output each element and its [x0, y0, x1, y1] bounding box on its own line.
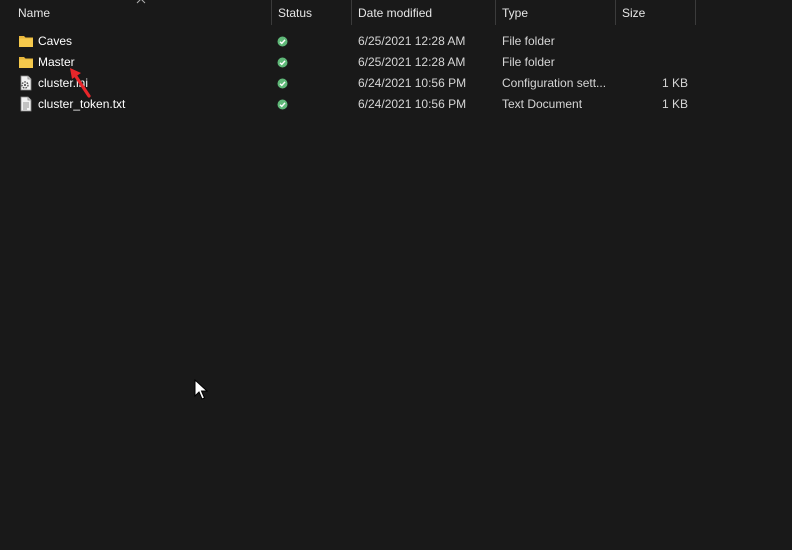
column-header-label: Size	[622, 6, 646, 20]
column-header-type[interactable]: Type	[496, 0, 615, 26]
file-name[interactable]: cluster.ini	[38, 73, 88, 94]
synced-check-icon	[277, 78, 288, 89]
file-type: File folder	[502, 55, 555, 69]
file-row[interactable]: cluster_token.txt 6/24/2021 10:56 PM Tex…	[0, 94, 700, 115]
column-header-bar: Name Status Date modified Type Size	[0, 0, 792, 26]
folder-icon	[19, 36, 33, 47]
synced-check-icon	[277, 36, 288, 47]
file-row[interactable]: cluster.ini 6/24/2021 10:56 PM Configura…	[0, 73, 700, 94]
folder-icon	[19, 57, 33, 68]
column-header-status[interactable]: Status	[272, 0, 351, 26]
column-header-label: Status	[278, 6, 313, 20]
column-header-label: Name	[18, 6, 51, 20]
text-file-icon	[20, 96, 32, 112]
file-date-modified: 6/24/2021 10:56 PM	[358, 97, 467, 111]
file-row[interactable]: Master 6/25/2021 12:28 AM File folder	[0, 52, 700, 73]
file-name[interactable]: cluster_token.txt	[38, 94, 125, 115]
file-type: File folder	[502, 34, 555, 48]
file-size	[620, 31, 688, 52]
column-header-date-modified[interactable]: Date modified	[352, 0, 495, 26]
file-name[interactable]: Master	[38, 52, 75, 73]
synced-check-icon	[277, 99, 288, 110]
column-divider[interactable]	[695, 0, 696, 25]
config-file-icon	[20, 75, 32, 91]
column-header-label: Type	[502, 6, 529, 20]
column-header-size[interactable]: Size	[616, 0, 695, 26]
file-date-modified: 6/25/2021 12:28 AM	[358, 34, 466, 48]
file-row[interactable]: Caves 6/25/2021 12:28 AM File folder	[0, 31, 700, 52]
file-size: 1 KB	[661, 97, 688, 111]
synced-check-icon	[277, 57, 288, 68]
file-size: 1 KB	[661, 76, 688, 90]
file-type: Configuration sett...	[502, 76, 607, 90]
file-type: Text Document	[502, 97, 583, 111]
mouse-cursor-icon	[194, 379, 208, 400]
file-explorer-view: Name Status Date modified Type Size Cave…	[0, 0, 792, 550]
file-name[interactable]: Caves	[38, 31, 72, 52]
file-date-modified: 6/24/2021 10:56 PM	[358, 76, 467, 90]
chevron-up-icon	[136, 0, 146, 4]
column-header-label: Date modified	[358, 6, 433, 20]
file-date-modified: 6/25/2021 12:28 AM	[358, 55, 466, 69]
file-size	[620, 52, 688, 73]
